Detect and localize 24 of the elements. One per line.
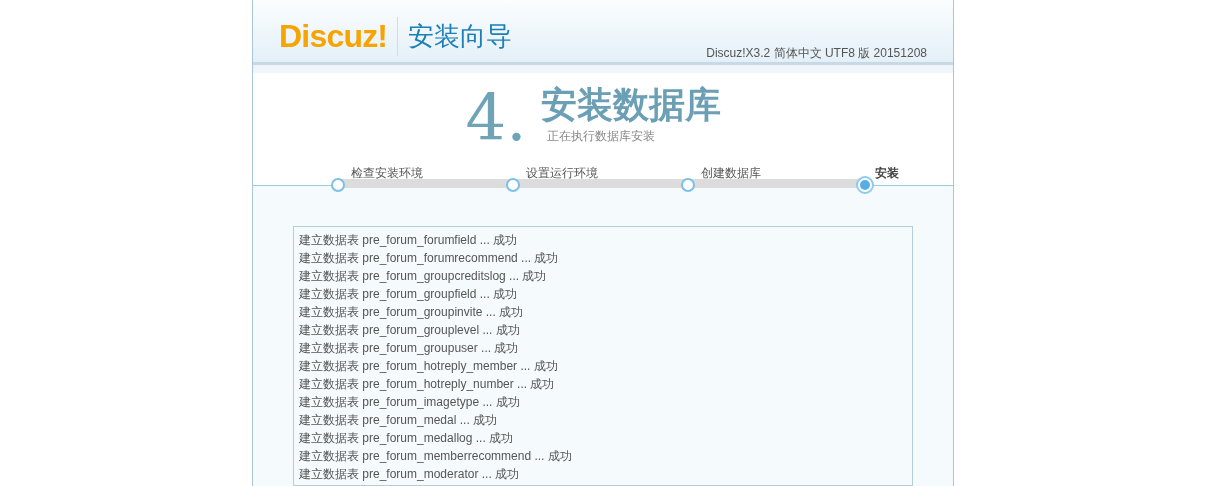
log-line: 建立数据表 pre_forum_medal ... 成功 (299, 412, 499, 429)
log-line: 建立数据表 pre_forum_forumrecommend ... 成功 (299, 250, 560, 267)
version-text: Discuz!X3.2 简体中文 UTF8 版 20151208 (706, 45, 927, 62)
step-label: 检查安装环境 (351, 165, 423, 182)
step-number: 4. (465, 83, 527, 153)
logo: Discuz! (279, 17, 388, 56)
step-subtitle: 正在执行数据库安装 (546, 128, 656, 145)
log-line: 建立数据表 pre_forum_groupcreditslog ... 成功 (299, 268, 548, 285)
log-line: 建立数据表 pre_forum_groupuser ... 成功 (299, 340, 520, 357)
log-line: 建立数据表 pre_forum_imagetype ... 成功 (299, 394, 521, 411)
log-line: 建立数据表 pre_forum_groupfield ... 成功 (299, 286, 519, 303)
log-line: 建立数据表 pre_forum_medallog ... 成功 (299, 430, 515, 447)
step-label: 创建数据库 (701, 165, 761, 182)
log-line: 建立数据表 pre_forum_grouplevel ... 成功 (299, 322, 521, 339)
step-label: 设置运行环境 (526, 165, 598, 182)
log-line: 建立数据表 pre_forum_memberrecommend ... 成功 (299, 448, 573, 465)
log-line: 建立数据表 pre_forum_hotreply_number ... 成功 (299, 376, 556, 393)
log-line: 建立数据表 pre_forum_hotreply_member ... 成功 (299, 358, 559, 375)
step-label: 安装 (875, 165, 899, 182)
log-line: 建立数据表 pre_forum_forumfield ... 成功 (299, 232, 519, 249)
log-line: 建立数据表 pre_forum_groupinvite ... 成功 (299, 304, 525, 321)
log-line: 建立数据表 pre_forum_moderator ... 成功 (299, 466, 521, 483)
header-title: 安装向导 (397, 16, 513, 56)
step-title: 安装数据库 (540, 83, 721, 127)
